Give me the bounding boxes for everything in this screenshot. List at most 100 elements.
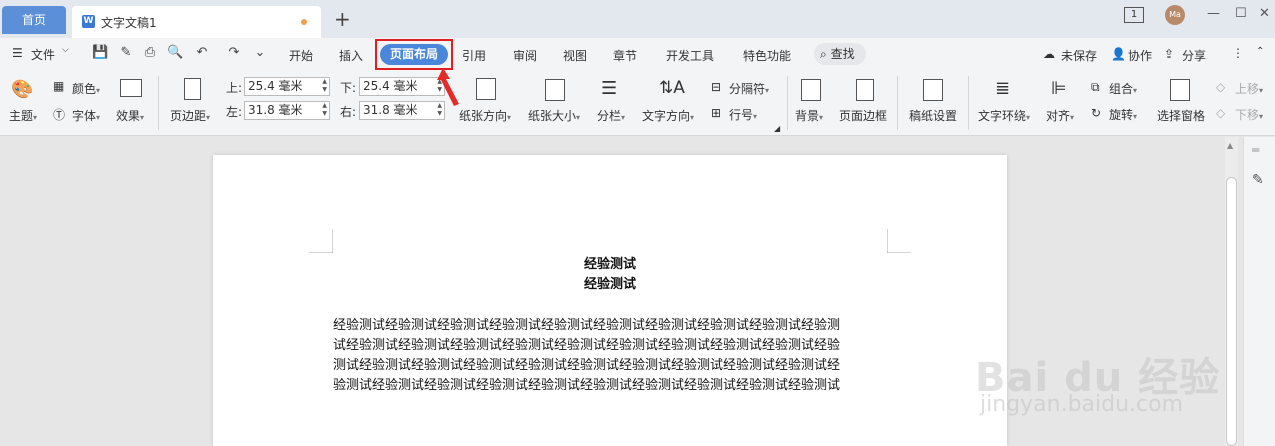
document-tab-title: 文字文稿1	[101, 16, 157, 30]
menu-developer[interactable]: 开发工具	[666, 47, 714, 64]
menu-file[interactable]: 文件	[31, 46, 55, 63]
collapse-ribbon-icon[interactable]: ⌃	[1256, 46, 1264, 57]
red-arrow-annotation	[437, 68, 459, 106]
right-margin-input[interactable]: 31.8 毫米 ▲ ▼	[359, 101, 445, 120]
page-border-button[interactable]: 页面边框	[839, 107, 887, 124]
minimize-icon[interactable]: —	[1207, 6, 1220, 21]
close-icon[interactable]: ✕	[1259, 6, 1270, 21]
document-heading-1: 经验测试	[583, 257, 636, 272]
cloud-icon: ☁	[1043, 47, 1055, 61]
collaborate-button[interactable]: 协作	[1128, 47, 1152, 64]
bring-forward-button[interactable]: 上移▾	[1235, 80, 1263, 97]
search-button[interactable]: ⌕ 查找	[814, 43, 866, 65]
hamburger-icon[interactable]: ☰	[12, 46, 23, 60]
writer-doc-icon: W	[82, 15, 95, 28]
breaks-button[interactable]: 分隔符▾	[729, 80, 769, 97]
text-wrap-button[interactable]: 文字环绕▾	[978, 107, 1030, 124]
columns-icon: ☰	[601, 78, 618, 99]
selection-pane-icon	[1170, 79, 1190, 101]
text-direction-icon: ⇅A	[659, 78, 685, 98]
background-icon	[801, 79, 821, 101]
menu-review[interactable]: 审阅	[513, 47, 537, 64]
text-wrap-icon: ≣	[995, 78, 1011, 99]
customize-toolbar-icon[interactable]: ⌄	[252, 45, 268, 61]
document-body: 经验测试经验测试经验测试经验测试经验测试经验测试经验测试经验测试经验测试经验测 …	[333, 316, 889, 396]
separator	[158, 76, 159, 130]
bottom-margin-input[interactable]: 25.4 毫米 ▲ ▼	[359, 77, 445, 96]
top-margin-label: 上:	[226, 81, 243, 95]
colors-button[interactable]: 颜色▾	[72, 80, 100, 97]
menu-section[interactable]: 章节	[613, 47, 637, 64]
home-tab[interactable]: 首页	[2, 6, 66, 34]
window-count-badge[interactable]: 1	[1124, 7, 1144, 23]
line-numbers-icon: ⊞	[711, 106, 722, 120]
chevron-down-icon[interactable]: ⌵	[62, 45, 69, 55]
top-margin-input[interactable]: 25.4 毫米 ▲ ▼	[244, 77, 330, 96]
separator	[968, 76, 969, 130]
background-button[interactable]: 背景▾	[795, 107, 823, 124]
title-bar: 首页 W 文字文稿1 + 1 Ma — ☐ ✕	[0, 0, 1275, 38]
menu-references[interactable]: 引用	[462, 47, 486, 64]
rotate-icon: ↻	[1091, 106, 1102, 120]
group-button[interactable]: 组合▾	[1109, 80, 1137, 97]
new-tab-button[interactable]: +	[334, 8, 351, 30]
draft-paper-icon	[923, 79, 943, 101]
page-border-icon	[856, 79, 874, 101]
avatar[interactable]: Ma	[1165, 5, 1185, 25]
document-page[interactable]: 经验测试 经验测试 经验测试经验测试经验测试经验测试经验测试经验测试经验测试经验…	[213, 155, 1007, 446]
menu-view[interactable]: 视图	[563, 47, 587, 64]
scrollbar-thumb[interactable]	[1226, 177, 1237, 446]
collapse-panel-icon[interactable]: ═	[1252, 143, 1259, 157]
effects-button[interactable]: 效果▾	[116, 107, 144, 124]
edit-pen-icon[interactable]: ✎	[1252, 172, 1264, 188]
left-margin-input[interactable]: 31.8 毫米 ▲ ▼	[244, 101, 330, 120]
print-icon[interactable]: ⎙	[142, 45, 158, 61]
text-direction-button[interactable]: 文字方向▾	[642, 107, 694, 124]
document-heading-2: 经验测试	[583, 277, 636, 292]
undo-icon[interactable]: ↶	[194, 45, 210, 61]
margin-corner-top-right	[887, 229, 911, 253]
print-preview-icon[interactable]: 🔍	[167, 45, 183, 61]
fonts-button[interactable]: 字体▾	[72, 107, 100, 124]
align-button[interactable]: 对齐▾	[1046, 107, 1074, 124]
scroll-up-icon[interactable]: ▲	[1227, 141, 1233, 150]
document-tab[interactable]: W 文字文稿1	[72, 6, 321, 38]
menu-special-features[interactable]: 特色功能	[743, 47, 791, 64]
orientation-button[interactable]: 纸张方向▾	[459, 107, 511, 124]
share-icon: ⇪	[1164, 47, 1175, 61]
redo-icon[interactable]: ↷	[226, 45, 242, 61]
breaks-icon: ⊟	[711, 80, 722, 94]
more-icon[interactable]: ⋮	[1232, 46, 1244, 60]
separator	[897, 76, 898, 130]
rotate-button[interactable]: 旋转▾	[1109, 106, 1137, 123]
paper-size-icon	[545, 79, 565, 101]
group-icon: ⧉	[1091, 80, 1100, 94]
body-line: 试经验测试经验测试经验测试经验测试经验测试经验测试经验测试经验测试经验测试经验	[333, 338, 841, 353]
selection-pane-button[interactable]: 选择窗格	[1157, 107, 1205, 124]
columns-button[interactable]: 分栏▾	[597, 107, 625, 124]
unsaved-status[interactable]: 未保存	[1061, 47, 1097, 64]
format-painter-icon[interactable]: ✎	[118, 45, 134, 61]
menu-home[interactable]: 开始	[289, 47, 313, 64]
theme-button[interactable]: 主题▾	[9, 107, 37, 124]
body-line: 测试经验测试经验测试经验测试经验测试经验测试经验测试经验测试经验测试经验测试经	[333, 358, 841, 373]
margins-button[interactable]: 页边距▾	[170, 107, 210, 124]
font-icon: Ⓣ	[53, 108, 66, 122]
margins-icon	[184, 78, 201, 100]
effects-icon	[120, 79, 142, 97]
line-numbers-button[interactable]: 行号▾	[729, 106, 757, 123]
save-icon[interactable]: 💾	[92, 45, 108, 61]
draft-settings-button[interactable]: 稿纸设置	[909, 107, 957, 124]
body-line: 经验测试经验测试经验测试经验测试经验测试经验测试经验测试经验测试经验测试经验测	[333, 318, 841, 333]
send-backward-button[interactable]: 下移▾	[1235, 106, 1263, 123]
search-icon: ⌕	[820, 47, 827, 61]
page-setup-launcher-icon[interactable]: ◢	[774, 124, 780, 133]
menu-insert[interactable]: 插入	[339, 47, 363, 64]
watermark-url: jingyan.baidu.com	[980, 392, 1184, 417]
paper-size-button[interactable]: 纸张大小▾	[528, 107, 580, 124]
margin-corner-top-left	[309, 229, 333, 253]
share-button[interactable]: 分享	[1182, 47, 1206, 64]
separator	[787, 76, 788, 130]
collaborate-icon: 👤	[1111, 47, 1126, 61]
maximize-icon[interactable]: ☐	[1235, 6, 1247, 21]
